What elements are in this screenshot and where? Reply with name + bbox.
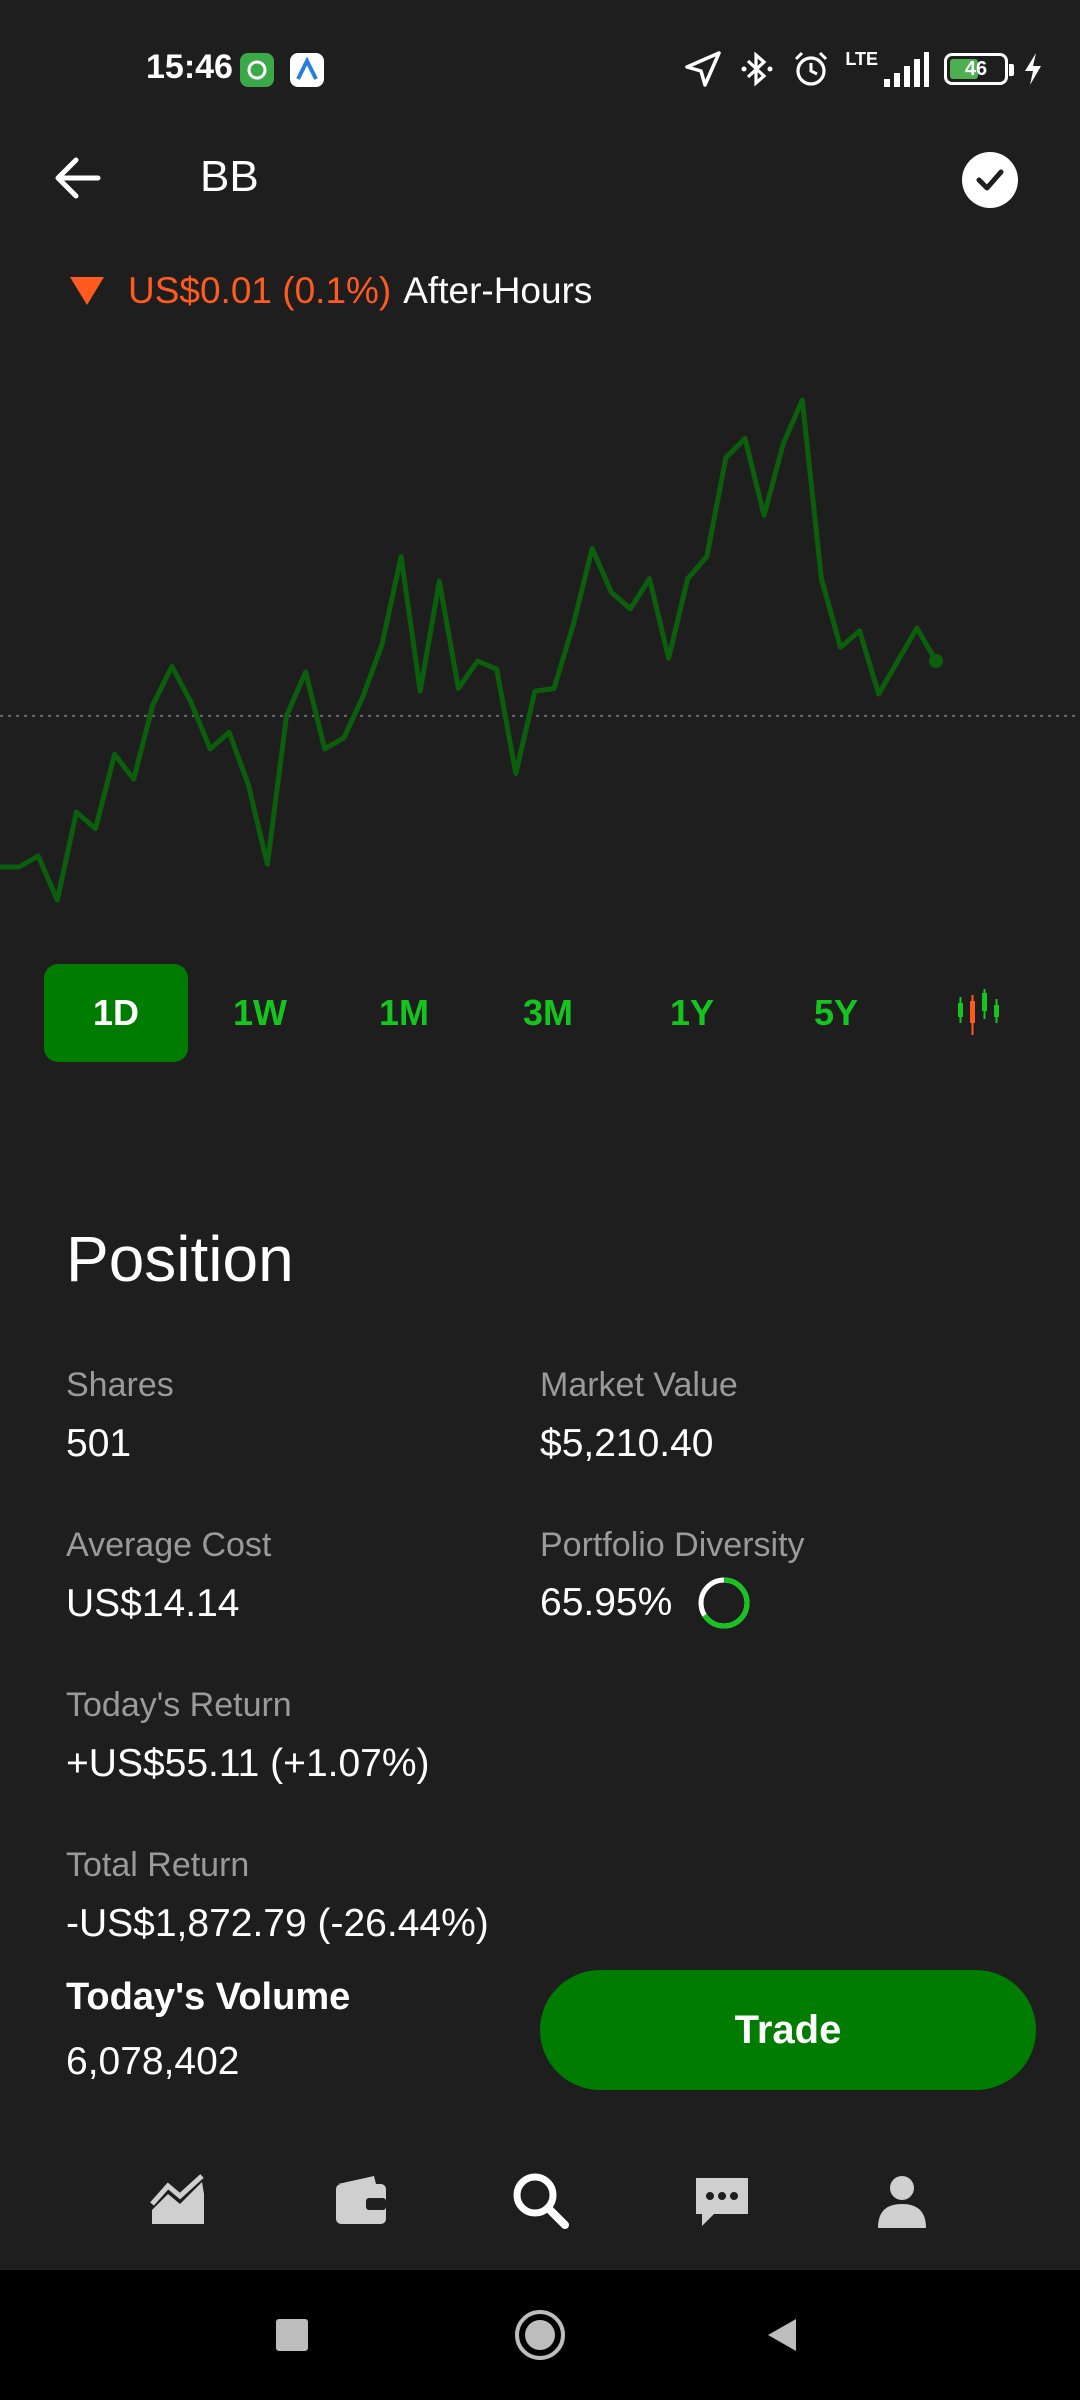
app-notification-icon — [290, 53, 324, 87]
alarm-icon — [795, 51, 828, 86]
nav-wallet[interactable] — [320, 2160, 400, 2240]
home-button[interactable] — [480, 2270, 600, 2400]
down-arrow-icon — [70, 277, 104, 305]
arrow-left-icon — [55, 157, 101, 199]
todays-volume-value: 6,078,402 — [66, 2040, 240, 2083]
triangle-back-icon — [768, 2319, 796, 2351]
range-tab-1y[interactable]: 1Y — [620, 964, 764, 1062]
profile-icon — [878, 2176, 926, 2228]
app-notification-icon — [240, 53, 274, 87]
average-cost-label: Average Cost — [66, 1526, 272, 1564]
position-title: Position — [66, 1223, 294, 1295]
portfolio-diversity-value: 65.95% — [540, 1581, 673, 1624]
battery-level: 46 — [964, 57, 988, 80]
todays-return-label: Today's Return — [66, 1686, 292, 1724]
nav-chat[interactable] — [682, 2160, 762, 2240]
square-icon — [276, 2319, 308, 2351]
range-tabs: 1D 1W 1M 3M 1Y 5Y — [44, 964, 1054, 1062]
todays-return-value: +US$55.11 (+1.07%) — [66, 1742, 430, 1785]
range-tab-1m[interactable]: 1M — [332, 964, 476, 1062]
price-chart[interactable] — [0, 360, 1080, 940]
status-time: 15:46 — [146, 48, 233, 86]
average-cost-value: US$14.14 — [66, 1582, 240, 1625]
diversity-ring-icon — [698, 1577, 750, 1629]
latest-price-dot — [929, 653, 943, 668]
candlestick-icon — [958, 989, 999, 1035]
signal-icon — [884, 52, 929, 87]
trade-button[interactable]: Trade — [540, 1970, 1036, 2090]
price-line — [0, 397, 939, 903]
range-tab-1d[interactable]: 1D — [44, 964, 188, 1062]
total-return-value: -US$1,872.79 (-26.44%) — [66, 1902, 489, 1945]
range-tab-5y[interactable]: 5Y — [764, 964, 908, 1062]
nav-chart[interactable] — [138, 2160, 218, 2240]
total-return-label: Total Return — [66, 1846, 250, 1884]
network-type: LTE — [845, 49, 878, 69]
bluetooth-icon — [741, 51, 773, 87]
chart-icon — [150, 2174, 204, 2224]
search-icon — [513, 2173, 569, 2229]
status-icons: LTE 46 — [683, 44, 1044, 94]
bottom-nav — [0, 2120, 1080, 2270]
portfolio-diversity: 65.95% — [540, 1575, 752, 1631]
range-tab-3m[interactable]: 3M — [476, 964, 620, 1062]
after-hours-value: US$0.01 (0.1%) — [128, 270, 392, 311]
recent-apps-button[interactable] — [232, 2270, 352, 2400]
home-circle-icon — [515, 2310, 565, 2360]
check-icon — [976, 169, 1004, 191]
after-hours-change: US$0.01 (0.1%) After-Hours — [70, 270, 592, 312]
chat-icon — [696, 2178, 748, 2226]
status-bar: 15:46 LTE 46 — [0, 0, 1080, 140]
todays-volume-label: Today's Volume — [66, 1976, 351, 2018]
market-value: $5,210.40 — [540, 1422, 714, 1465]
shares-value: 501 — [66, 1422, 132, 1465]
wallet-icon — [336, 2176, 386, 2224]
page-title: BB — [200, 152, 259, 201]
market-value-label: Market Value — [540, 1366, 738, 1404]
system-nav-bar — [0, 2270, 1080, 2400]
back-button[interactable] — [50, 150, 106, 206]
nav-profile[interactable] — [862, 2160, 942, 2240]
location-icon — [685, 51, 722, 87]
shares-label: Shares — [66, 1366, 174, 1404]
back-nav-button[interactable] — [722, 2270, 842, 2400]
after-hours-label: After-Hours — [403, 270, 593, 311]
nav-search[interactable] — [500, 2160, 580, 2240]
candlestick-toggle-button[interactable] — [908, 964, 1052, 1062]
range-tab-1w[interactable]: 1W — [188, 964, 332, 1062]
watchlist-check-button[interactable] — [962, 152, 1018, 208]
battery-icon: 46 — [944, 53, 1014, 85]
portfolio-diversity-label: Portfolio Diversity — [540, 1526, 805, 1564]
charging-icon — [1025, 53, 1041, 85]
